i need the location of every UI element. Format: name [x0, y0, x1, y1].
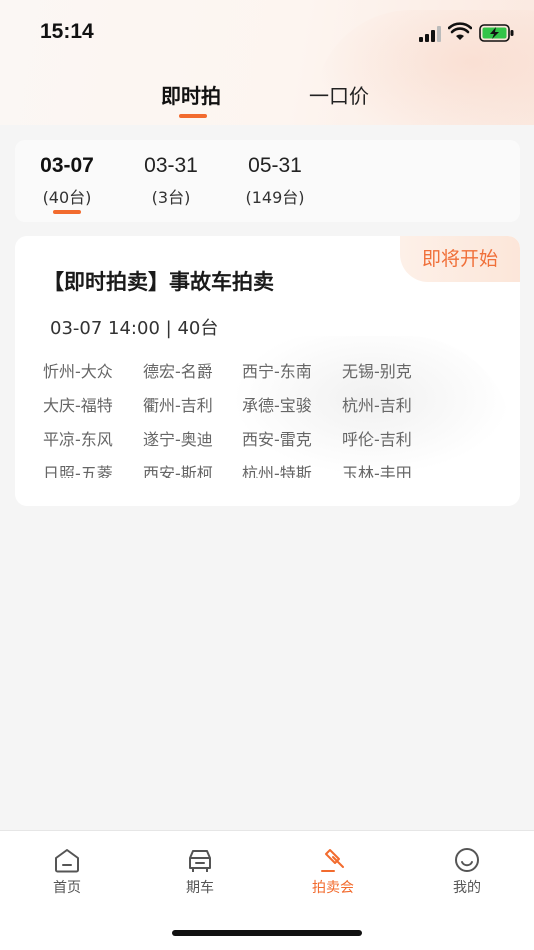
nav-label: 期车 — [186, 880, 214, 896]
vehicle-item: 忻州-大众 — [43, 362, 113, 381]
nav-item-futures[interactable]: 期车 — [160, 845, 240, 897]
vehicle-item: 西宁-东南 — [242, 362, 312, 381]
nav-item-auction[interactable]: 拍卖会 — [293, 845, 373, 897]
vehicle-item: 西安-斯柯 — [143, 464, 213, 478]
vehicle-item: 日照-五菱 — [43, 464, 113, 478]
nav-label: 拍卖会 — [312, 880, 354, 896]
home-indicator — [172, 930, 362, 936]
status-bar: 15:14 — [0, 0, 534, 64]
tab-active-indicator — [179, 114, 207, 118]
gavel-icon — [321, 849, 344, 872]
tab-fixed-price[interactable]: 一口价 — [309, 80, 369, 109]
date-tabs: 03-07 (40台) 03-31 (3台) 05-31 (149台) — [15, 140, 520, 222]
home-icon — [55, 849, 79, 873]
car-icon — [189, 850, 211, 872]
wifi-icon — [448, 22, 472, 40]
auction-count: 40台 — [177, 318, 219, 339]
date-tab-2[interactable]: 03-31 (3台) — [139, 154, 203, 208]
vehicle-list: 忻州-大众 德宏-名爵 西宁-东南 无锡-别克 大庆-福特 衢州-吉利 承德-宝… — [43, 356, 483, 478]
date-tab-count: (149台) — [245, 188, 305, 207]
date-tab-date: 03-31 — [144, 154, 198, 177]
date-tab-count: (40台) — [42, 188, 92, 207]
date-tab-active-indicator — [53, 210, 81, 214]
nav-item-home[interactable]: 首页 — [27, 845, 107, 897]
vehicle-item: 西安-雷克 — [242, 430, 312, 449]
auction-type-tabs: 即时拍 一口价 — [0, 70, 534, 124]
vehicle-item: 平凉-东风 — [43, 430, 113, 449]
date-tab-date: 05-31 — [248, 154, 302, 177]
date-tab-3[interactable]: 05-31 (149台) — [237, 154, 313, 208]
status-badge: 即将开始 — [400, 236, 520, 282]
auction-title: 【即时拍卖】事故车拍卖 — [43, 270, 274, 294]
vehicle-item: 承德-宝骏 — [242, 396, 312, 415]
vehicle-item: 遂宁-奥迪 — [143, 430, 213, 449]
meta-divider: | — [165, 318, 178, 339]
date-tab-date: 03-07 — [40, 154, 94, 177]
vehicle-item: 衢州-吉利 — [143, 396, 213, 415]
battery-charging-icon — [479, 24, 514, 42]
vehicle-item: 德宏-名爵 — [143, 362, 213, 381]
vehicle-item: 玉林-丰田 — [342, 464, 412, 478]
status-time: 15:14 — [40, 20, 94, 43]
vehicle-item: 杭州-吉利 — [342, 396, 412, 415]
smile-icon — [455, 848, 479, 872]
cellular-signal-icon — [419, 26, 443, 42]
auction-card[interactable]: 即将开始 【即时拍卖】事故车拍卖 03-07 14:00 | 40台 忻州-大众… — [15, 236, 520, 506]
tab-instant-auction[interactable]: 即时拍 — [161, 80, 221, 109]
nav-label: 我的 — [453, 880, 481, 896]
vehicle-item: 大庆-福特 — [43, 396, 113, 415]
vehicle-item: 呼伦-吉利 — [342, 430, 412, 449]
date-tab-count: (3台) — [151, 188, 191, 207]
auction-time: 03-07 14:00 — [50, 318, 160, 339]
nav-item-profile[interactable]: 我的 — [427, 845, 507, 897]
nav-label: 首页 — [53, 880, 81, 896]
vehicle-item: 无锡-别克 — [342, 362, 412, 381]
vehicle-item: 杭州-特斯 — [242, 464, 312, 478]
auction-meta: 03-07 14:00 | 40台 — [50, 314, 218, 340]
date-tab-1[interactable]: 03-07 (40台) — [35, 154, 99, 208]
